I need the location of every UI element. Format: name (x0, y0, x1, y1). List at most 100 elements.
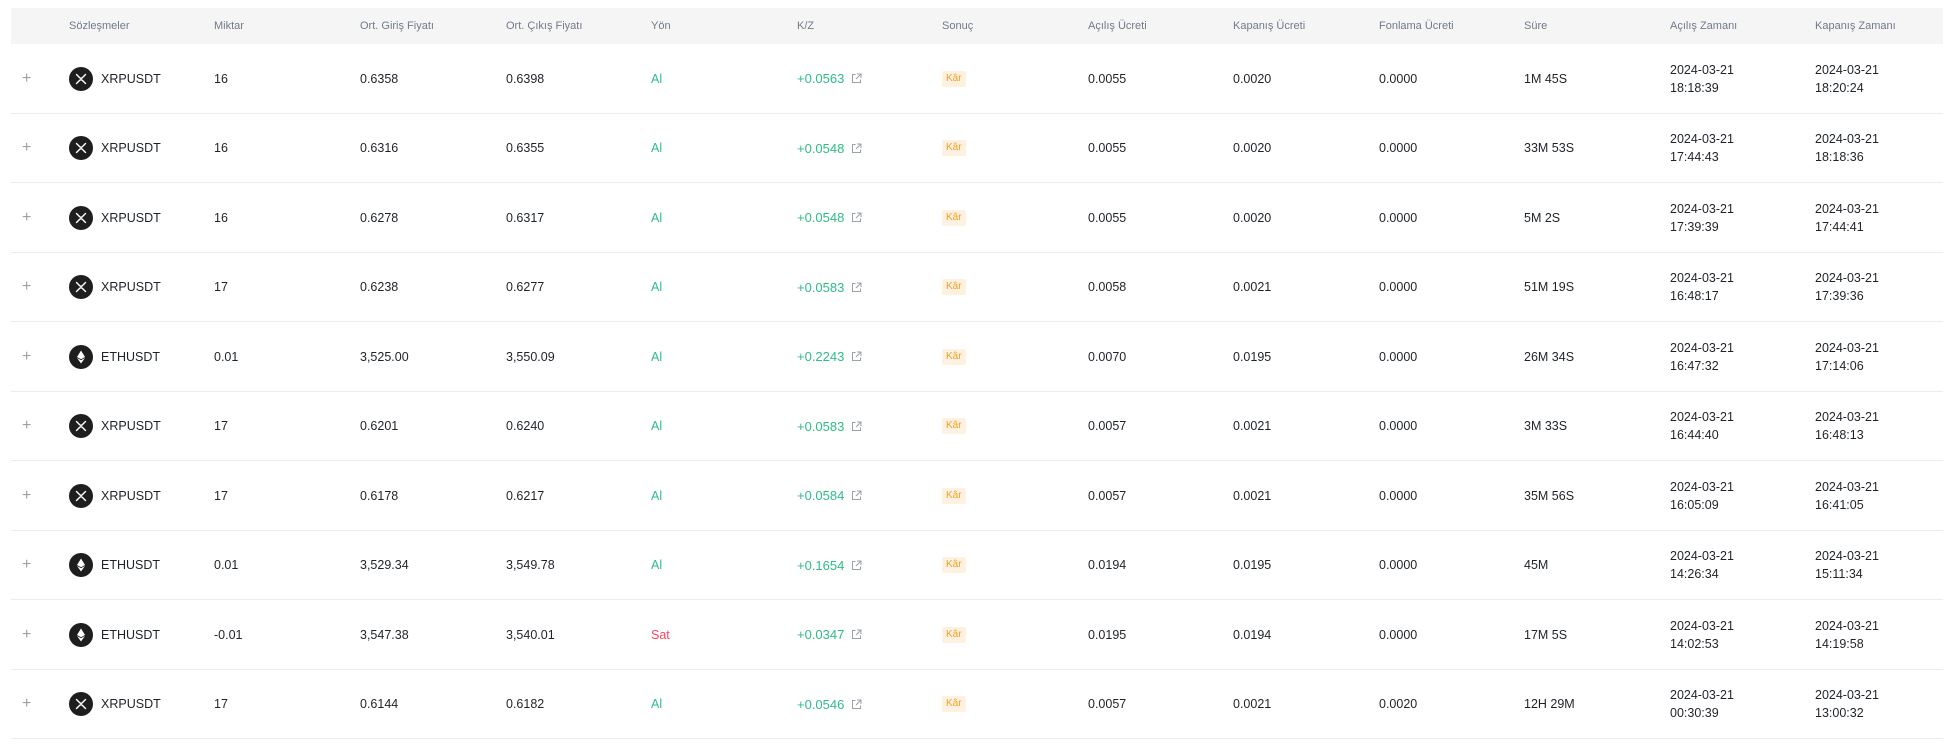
share-link-icon[interactable] (851, 212, 862, 223)
exit-price-cell: 0.6317 (506, 210, 545, 225)
symbol-label: XRPUSDT (101, 280, 161, 294)
share-link-icon[interactable] (851, 629, 862, 640)
open-fee-cell: 0.0057 (1088, 697, 1127, 711)
result-cell: Kâr (942, 531, 966, 600)
expand-icon[interactable]: + (22, 695, 31, 713)
open-date: 2024-03-21 (1670, 132, 1734, 146)
duration-cell: 1M 45S (1524, 71, 1568, 86)
close-date: 2024-03-21 (1815, 549, 1879, 563)
share-link-icon[interactable] (851, 351, 862, 362)
open-fee-cell: 0.0070 (1088, 349, 1127, 364)
contract-cell: ETHUSDT (69, 322, 160, 391)
duration-cell: 17M 5S (1524, 627, 1568, 642)
table-row[interactable]: + XRPUSDT 16 0.6278 0.6317 Al +0.0548 Kâr 0.0055… (11, 183, 1943, 253)
entry-price-cell: 3,529.34 (360, 558, 409, 572)
xrp-icon (69, 136, 93, 160)
result-badge: Kâr (942, 348, 966, 365)
table-row[interactable]: + ETHUSDT -0.01 3,547.38 3,540.01 Sat +0.0347 K… (11, 600, 1943, 670)
expand-icon[interactable]: + (22, 626, 31, 644)
expand-icon[interactable]: + (22, 278, 31, 296)
table-row[interactable]: + ETHUSDT 0.01 3,529.34 3,549.78 Al +0.1654 Kâr… (11, 531, 1943, 600)
share-link-icon[interactable] (851, 490, 862, 501)
close-clock: 17:14:06 (1815, 358, 1864, 373)
entry-price-cell: 3,525.00 (360, 349, 409, 364)
result-cell: Kâr (942, 183, 966, 252)
exit-price-cell: 0.6217 (506, 488, 545, 503)
pnl-cell: +0.2243 (797, 322, 862, 391)
close-fee-cell: 0.0021 (1233, 419, 1272, 433)
close-clock: 17:39:36 (1815, 289, 1864, 303)
share-link-icon[interactable] (851, 143, 862, 154)
share-link-icon[interactable] (851, 421, 862, 432)
close-fee-cell: 0.0021 (1233, 280, 1272, 294)
funding-fee-cell: 0.0000 (1379, 210, 1418, 225)
open-fee-cell: 0.0057 (1088, 419, 1127, 433)
result-cell: Kâr (942, 253, 966, 322)
result-badge: Kâr (942, 626, 966, 643)
duration-cell: 35M 56S (1524, 488, 1575, 503)
result-cell: Kâr (942, 670, 966, 739)
eth-icon (69, 344, 93, 369)
entry-price-cell: 0.6178 (360, 488, 399, 503)
contract-cell: XRPUSDT (69, 670, 161, 739)
symbol-label: ETHUSDT (101, 558, 161, 572)
result-badge: Kâr (942, 557, 966, 573)
side-cell: Al (651, 280, 663, 294)
close-time-cell: 2024-03-21 16:41:05 (1815, 461, 1879, 530)
table-row[interactable]: + ETHUSDT 0.01 3,525.00 3,550.09 Al +0.2243 Kâr… (11, 322, 1943, 392)
side-cell: Al (651, 558, 663, 572)
share-link-icon[interactable] (851, 699, 862, 710)
expand-icon[interactable]: + (22, 487, 31, 505)
xrp-icon (69, 483, 93, 508)
table-row[interactable]: + XRPUSDT 16 0.6358 0.6398 Al +0.0563 Kâr 0.0055… (11, 44, 1943, 114)
qty-cell: 16 (214, 210, 228, 225)
share-link-icon[interactable] (851, 560, 862, 571)
duration-cell: 5M 2S (1524, 210, 1561, 225)
close-date: 2024-03-21 (1815, 618, 1879, 633)
entry-price-cell: 0.6238 (360, 280, 399, 294)
qty-cell: 17 (214, 488, 228, 503)
symbol-label: ETHUSDT (101, 627, 161, 642)
entry-price-cell: 0.6144 (360, 697, 399, 711)
close-clock: 15:11:34 (1815, 567, 1863, 581)
expand-icon[interactable]: + (22, 209, 31, 227)
funding-fee-cell: 0.0000 (1379, 71, 1418, 86)
table-row[interactable]: + XRPUSDT 16 0.6316 0.6355 Al +0.0548 Kâr 0.0055… (11, 114, 1943, 183)
close-time-cell: 2024-03-21 14:19:58 (1815, 600, 1879, 669)
open-clock: 18:18:39 (1670, 80, 1719, 95)
expand-icon[interactable]: + (22, 417, 31, 435)
open-date: 2024-03-21 (1670, 688, 1734, 702)
col-pnl: K/Z (797, 20, 815, 32)
pnl-cell: +0.0584 (797, 461, 862, 530)
open-clock: 17:39:39 (1670, 219, 1719, 234)
table-row[interactable]: + XRPUSDT 17 0.6178 0.6217 Al +0.0584 Kâr 0.0057… (11, 461, 1943, 531)
exit-price-cell: 0.6182 (506, 697, 545, 711)
table-row[interactable]: + XRPUSDT 17 0.6201 0.6240 Al +0.0583 Kâr 0.0057… (11, 392, 1943, 461)
expand-icon[interactable]: + (22, 139, 31, 157)
side-cell: Al (651, 141, 663, 155)
close-clock: 16:41:05 (1815, 497, 1864, 512)
open-time-cell: 2024-03-21 16:44:40 (1670, 392, 1734, 461)
expand-icon[interactable]: + (22, 556, 31, 574)
close-fee-cell: 0.0021 (1233, 488, 1272, 503)
pnl-cell: +0.0546 (797, 670, 862, 739)
entry-price-cell: 0.6201 (360, 419, 399, 433)
contract-cell: XRPUSDT (69, 114, 161, 183)
share-link-icon[interactable] (851, 73, 862, 84)
col-qty: Miktar (214, 20, 244, 32)
open-time-cell: 2024-03-21 16:05:09 (1670, 461, 1734, 530)
eth-icon (69, 622, 93, 647)
side-cell: Al (651, 349, 663, 364)
table-row[interactable]: + XRPUSDT 17 0.6144 0.6182 Al +0.0546 Kâr 0.0057… (11, 670, 1943, 739)
open-time-cell: 2024-03-21 14:26:34 (1670, 531, 1734, 600)
expand-icon[interactable]: + (22, 348, 31, 366)
open-date: 2024-03-21 (1670, 410, 1734, 424)
table-row[interactable]: + XRPUSDT 17 0.6238 0.6277 Al +0.0583 Kâr 0.0058… (11, 253, 1943, 322)
xrp-icon (69, 275, 93, 299)
share-link-icon[interactable] (851, 282, 862, 293)
xrp-icon (69, 414, 93, 438)
expand-icon[interactable]: + (22, 70, 31, 88)
open-time-cell: 2024-03-21 16:48:17 (1670, 253, 1734, 322)
open-fee-cell: 0.0055 (1088, 141, 1127, 155)
col-result: Sonuç (942, 20, 974, 32)
